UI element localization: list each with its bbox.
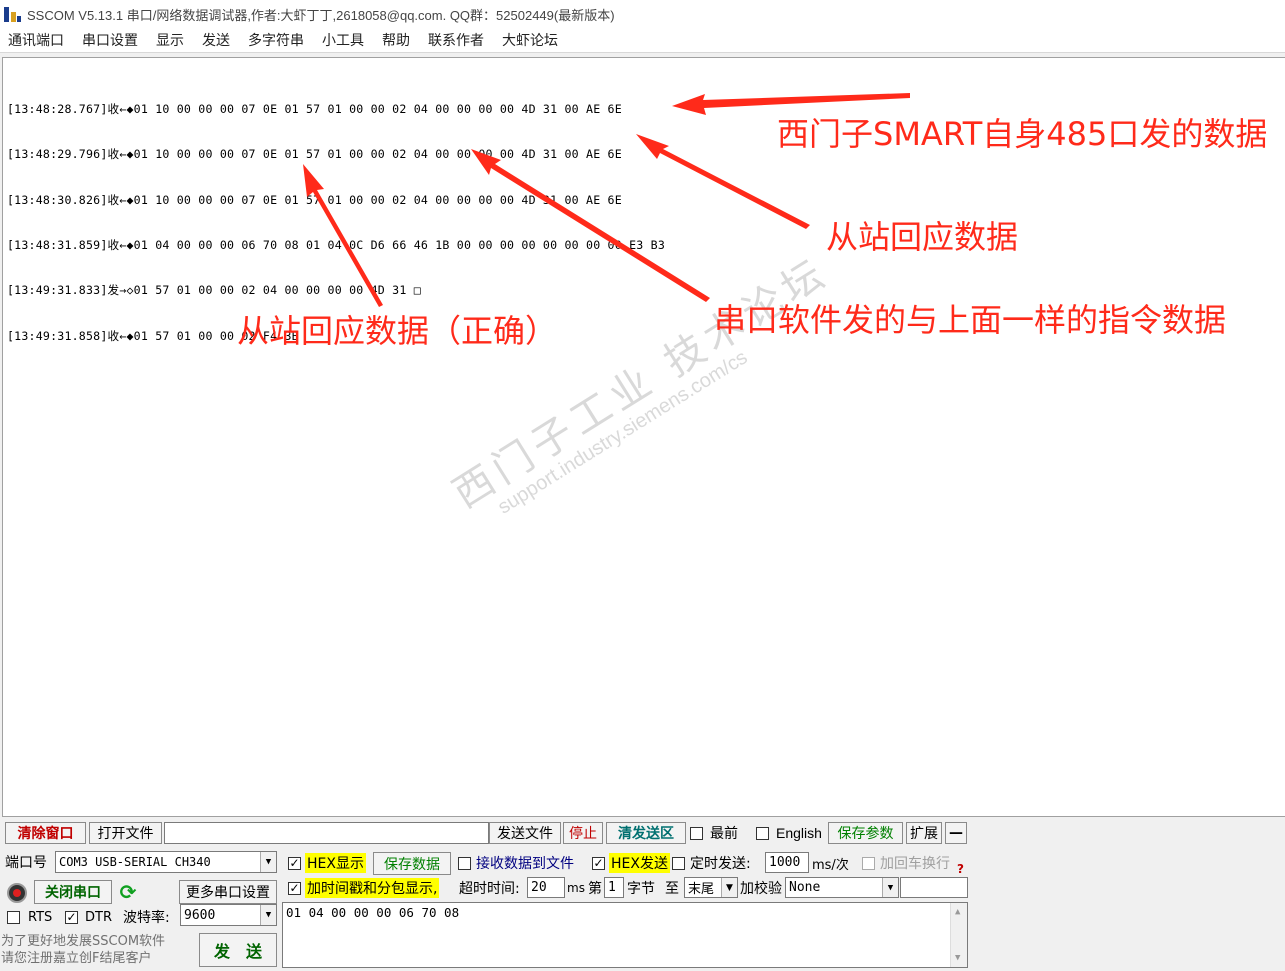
- menu-comm-port[interactable]: 通讯端口: [8, 30, 64, 50]
- dtr-label: DTR: [85, 909, 112, 925]
- byte-label-a: 第: [588, 881, 602, 897]
- interval-input[interactable]: 1000: [765, 852, 809, 873]
- timeout-unit: ms: [567, 881, 585, 895]
- scroll-down-icon[interactable]: ▼: [955, 953, 960, 963]
- checksum-label: 加校验: [740, 881, 782, 897]
- to-label: 至: [665, 881, 679, 897]
- checksum-extra-field[interactable]: [900, 877, 968, 898]
- menu-serial-settings[interactable]: 串口设置: [82, 30, 138, 50]
- menu-forum[interactable]: 大虾论坛: [502, 30, 558, 50]
- topmost-label: 最前: [710, 826, 738, 842]
- english-label: English: [776, 825, 822, 841]
- help-icon[interactable]: ?: [957, 862, 964, 876]
- recv-to-file-label: 接收数据到文件: [476, 856, 574, 872]
- chevron-down-icon[interactable]: ▼: [721, 878, 737, 897]
- menu-tools[interactable]: 小工具: [322, 30, 364, 50]
- hex-display-label: HEX显示: [305, 853, 366, 873]
- annotation-correct-response: 从站回应数据（正确）: [237, 312, 558, 350]
- checksum-select[interactable]: None ▼: [785, 877, 899, 898]
- register-hint: 为了更好地发展SSCOM软件 请您注册嘉立创F结尾客户: [1, 933, 165, 967]
- hex-send-label: HEX发送: [609, 853, 670, 873]
- annotation-slave-response: 从站回应数据: [826, 218, 1019, 256]
- chevron-down-icon[interactable]: ▼: [882, 878, 898, 897]
- menu-contact-author[interactable]: 联系作者: [428, 30, 484, 50]
- timeout-input[interactable]: 20: [527, 877, 565, 898]
- topmost-checkbox[interactable]: [690, 827, 703, 840]
- to-value: 末尾: [688, 882, 715, 897]
- send-text-area[interactable]: 01 04 00 00 00 06 70 08 ▲ ▼: [282, 902, 968, 968]
- menu-display[interactable]: 显示: [156, 30, 184, 50]
- save-data-button[interactable]: 保存数据: [373, 852, 451, 875]
- send-text-content: 01 04 00 00 00 06 70 08: [286, 905, 460, 920]
- port-select[interactable]: COM3 USB-SERIAL CH340 ▼: [55, 851, 277, 873]
- menu-multi-string[interactable]: 多字符串: [248, 30, 304, 50]
- byte-label-b: 字节: [627, 881, 655, 897]
- checksum-value: None: [789, 880, 821, 895]
- rts-label: RTS: [28, 909, 53, 925]
- window-title: SSCOM V5.13.1 串口/网络数据调试器,作者:大虾丁丁,2618058…: [27, 7, 615, 23]
- chevron-down-icon[interactable]: ▼: [260, 852, 276, 872]
- clear-send-button[interactable]: 清发送区: [606, 822, 686, 844]
- stop-button[interactable]: 停止: [563, 822, 603, 844]
- close-port-button[interactable]: 关闭串口: [34, 880, 112, 904]
- timed-send-label: 定时发送:: [690, 856, 751, 872]
- baud-label: 波特率:: [123, 910, 170, 926]
- receive-area[interactable]: [13:48:28.767]收←◆01 10 00 00 00 07 0E 01…: [2, 57, 1285, 817]
- sscom-app-icon: [2, 4, 22, 24]
- baud-value: 9600: [184, 907, 216, 923]
- timestamp-label: 加时间戳和分包显示,: [305, 878, 440, 898]
- scroll-up-icon[interactable]: ▲: [955, 907, 960, 917]
- collapse-button[interactable]: —: [945, 822, 967, 844]
- more-serial-settings-button[interactable]: 更多串口设置: [179, 880, 277, 904]
- english-checkbox[interactable]: [756, 827, 769, 840]
- byte-start-input[interactable]: 1: [604, 877, 624, 898]
- clear-window-button[interactable]: 清除窗口: [5, 822, 86, 844]
- refresh-icon[interactable]: ⟳: [117, 880, 139, 904]
- hex-send-checkbox[interactable]: ✓: [592, 857, 605, 870]
- recv-to-file-checkbox[interactable]: [458, 857, 471, 870]
- timed-send-checkbox[interactable]: [672, 857, 685, 870]
- menu-help[interactable]: 帮助: [382, 30, 410, 50]
- log-line: [13:48:30.826]收←◆01 10 00 00 00 07 0E 01…: [7, 192, 622, 207]
- hex-display-checkbox[interactable]: ✓: [288, 857, 301, 870]
- menu-send[interactable]: 发送: [202, 30, 230, 50]
- send-button[interactable]: 发 送: [199, 933, 277, 967]
- open-file-button[interactable]: 打开文件: [89, 822, 162, 844]
- dtr-checkbox[interactable]: ✓: [65, 911, 78, 924]
- baud-select[interactable]: 9600 ▼: [180, 904, 277, 926]
- register-hint-line2: 请您注册嘉立创F结尾客户: [1, 951, 152, 966]
- timestamp-checkbox[interactable]: ✓: [288, 882, 301, 895]
- menu-bar: 通讯端口 串口设置 显示 发送 多字符串 小工具 帮助 联系作者 大虾论坛: [0, 28, 1285, 53]
- log-line: [13:48:29.796]收←◆01 10 00 00 00 07 0E 01…: [7, 147, 622, 162]
- chevron-down-icon[interactable]: ▼: [260, 905, 276, 925]
- log-line: [13:48:31.859]收←◆01 04 00 00 00 06 70 08…: [7, 238, 665, 253]
- rts-checkbox[interactable]: [7, 911, 20, 924]
- record-icon: [7, 883, 27, 903]
- expand-button[interactable]: 扩展: [906, 822, 942, 844]
- timeout-label: 超时时间:: [459, 881, 520, 897]
- interval-unit: ms/次: [812, 857, 849, 873]
- save-params-button[interactable]: 保存参数: [828, 822, 903, 844]
- add-crlf-checkbox[interactable]: [862, 857, 875, 870]
- port-label: 端口号: [5, 855, 47, 871]
- to-select[interactable]: 末尾 ▼: [684, 877, 738, 898]
- title-bar: SSCOM V5.13.1 串口/网络数据调试器,作者:大虾丁丁,2618058…: [0, 0, 1285, 28]
- send-file-button[interactable]: 发送文件: [489, 822, 561, 844]
- file-path-input[interactable]: [164, 822, 489, 844]
- register-hint-line1: 为了更好地发展SSCOM软件: [1, 934, 166, 949]
- annotation-smart-data: 西门子SMART自身485口发的数据: [777, 115, 1268, 153]
- port-value: COM3 USB-SERIAL CH340: [59, 855, 211, 869]
- send-scrollbar[interactable]: ▲ ▼: [950, 903, 967, 967]
- annotation-software-send: 串口软件发的与上面一样的指令数据: [714, 301, 1227, 339]
- log-line: [13:48:28.767]收←◆01 10 00 00 00 07 0E 01…: [7, 102, 622, 117]
- add-crlf-label: 加回车换行: [880, 856, 950, 872]
- log-line: [13:49:31.833]发→◇01 57 01 00 00 02 04 00…: [7, 283, 421, 298]
